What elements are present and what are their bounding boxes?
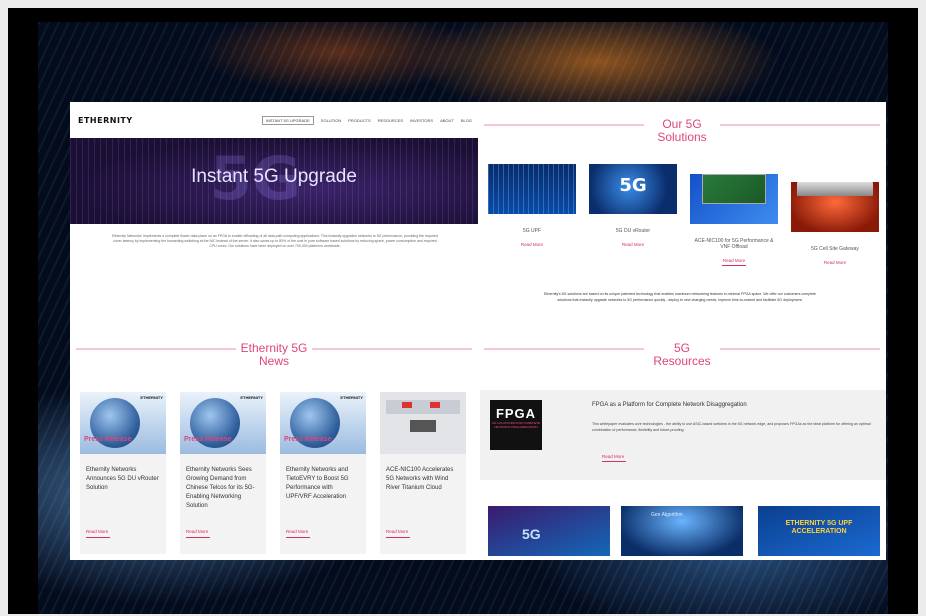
press-release-image: Press Release ETHERNITY	[180, 392, 266, 454]
read-more-link[interactable]: Read More	[602, 454, 624, 459]
nav-item-instant-5g-upgrade[interactable]: INSTANT 5G UPGRADE	[261, 115, 314, 125]
video-thumbnail-algorithm[interactable]: Gen Algorithm	[621, 506, 743, 556]
screenshot-frame: ETHERNITY INSTANT 5G UPGRADE SOLUTION PR…	[8, 8, 918, 614]
5g-chip-image: 5G	[589, 164, 677, 214]
hero-banner: 5G Instant 5G Upgrade	[70, 138, 478, 224]
news-title[interactable]: ACE-NIC100 Accelerates 5G Networks with …	[380, 454, 466, 493]
read-more-link[interactable]: Read More	[86, 529, 108, 534]
solution-card[interactable]: 5G UPF Read More	[488, 164, 576, 247]
nav-item-products[interactable]: PRODUCTS	[348, 118, 370, 123]
nav-item-resources[interactable]: RESOURCES	[378, 118, 403, 123]
nav-menu: INSTANT 5G UPGRADE SOLUTION PRODUCTS RES…	[261, 115, 472, 125]
news-card[interactable]: ACE-NIC100 Accelerates 5G Networks with …	[380, 392, 466, 554]
video-thumbnail-5g[interactable]: 5G	[488, 506, 610, 556]
press-release-image: Press Release ETHERNITY	[80, 392, 166, 454]
thumbnail-title: FPGA	[495, 406, 537, 421]
circuit-board-image	[488, 164, 576, 214]
brand-mark: ETHERNITY	[240, 395, 263, 400]
press-release-tag: Press Release	[284, 436, 332, 443]
brand-mark: ETHERNITY	[340, 395, 363, 400]
thumbnail-subtitle: AS A PLATFORM FOR COMPLETE NETWORK DISAG…	[492, 421, 540, 429]
logo[interactable]: ETHERNITY	[78, 116, 133, 125]
news-title[interactable]: Ethernity Networks and TietoEVRY to Boos…	[280, 454, 366, 502]
video-label: 5G	[522, 526, 541, 542]
brand-mark: ETHERNITY	[140, 395, 163, 400]
read-more-link[interactable]: Read More	[488, 242, 576, 247]
gateway-device-image	[791, 182, 879, 232]
nav-item-about[interactable]: ABOUT	[440, 118, 454, 123]
solution-label: 5G UPF	[522, 228, 542, 234]
news-card[interactable]: Press Release ETHERNITY Ethernity Networ…	[80, 392, 166, 554]
read-more-link[interactable]: Read More	[386, 529, 408, 534]
resource-heading[interactable]: FPGA as a Platform for Complete Network …	[592, 402, 747, 408]
solutions-section-title: Our 5G Solutions	[644, 118, 720, 144]
read-more-underline	[286, 537, 310, 538]
website-mockup: ETHERNITY INSTANT 5G UPGRADE SOLUTION PR…	[70, 102, 886, 560]
solution-card[interactable]: 5G 5G DU vRouter Read More	[589, 164, 677, 247]
divider	[312, 348, 472, 350]
nav-item-solution[interactable]: SOLUTION	[321, 118, 341, 123]
solution-card[interactable]: 5G Cell Site Gateway Read More	[791, 164, 879, 265]
solutions-title-line2: Solutions	[657, 130, 707, 144]
news-card[interactable]: Press Release ETHERNITY Ethernity Networ…	[180, 392, 266, 554]
read-more-link[interactable]: Read More	[791, 260, 879, 265]
press-release-tag: Press Release	[184, 436, 232, 443]
press-release-image: Press Release ETHERNITY	[280, 392, 366, 454]
video-thumbnail-upf[interactable]: ETHERNITY 5G UPF ACCELERATION	[758, 506, 880, 556]
news-section-title: Ethernity 5G News	[236, 342, 312, 368]
divider	[720, 124, 880, 126]
divider	[76, 348, 236, 350]
resources-section-title: 5G Resources	[644, 342, 720, 368]
resource-card[interactable]: FPGA AS A PLATFORM FOR COMPLETE NETWORK …	[480, 390, 886, 480]
solutions-description: Ethernity's 5G solutions are based on it…	[543, 292, 817, 302]
news-card[interactable]: Press Release ETHERNITY Ethernity Networ…	[280, 392, 366, 554]
press-release-tag: Press Release	[84, 436, 132, 443]
video-label: Gen Algorithm	[651, 512, 683, 518]
resource-description: This whitepaper evaluates core technolog…	[592, 422, 871, 432]
read-more-underline	[602, 461, 626, 462]
read-more-link[interactable]: Read More	[690, 258, 778, 263]
solution-label: 5G Cell Site Gateway	[811, 246, 859, 252]
solution-label: 5G DU vRouter	[615, 228, 651, 234]
news-title[interactable]: Ethernity Networks Sees Growing Demand f…	[180, 454, 266, 511]
resources-title-line2: Resources	[653, 354, 711, 368]
divider	[720, 348, 880, 350]
read-more-link[interactable]: Read More	[286, 529, 308, 534]
read-more-underline	[722, 265, 746, 266]
hero-title: Instant 5G Upgrade	[191, 166, 357, 187]
nic-card-image	[690, 174, 778, 224]
solution-card[interactable]: ACE-NIC100 for 5G Performance & VNF Offl…	[690, 164, 778, 266]
hero-description: Ethernity Networks' Implements a complet…	[112, 234, 438, 248]
read-more-underline	[86, 537, 110, 538]
whitepaper-thumbnail[interactable]: FPGA AS A PLATFORM FOR COMPLETE NETWORK …	[490, 400, 542, 450]
video-label: ETHERNITY 5G UPF ACCELERATION	[785, 520, 853, 535]
top-nav: ETHERNITY INSTANT 5G UPGRADE SOLUTION PR…	[70, 102, 480, 138]
product-screenshot-image	[380, 392, 466, 454]
solution-label: ACE-NIC100 for 5G Performance & VNF Offl…	[694, 238, 774, 250]
read-more-link[interactable]: Read More	[589, 242, 677, 247]
nav-item-blog[interactable]: BLOG	[461, 118, 472, 123]
nav-item-investors[interactable]: INVESTORS	[410, 118, 433, 123]
divider	[484, 124, 644, 126]
news-title[interactable]: Ethernity Networks Announces 5G DU vRout…	[80, 454, 166, 493]
read-more-underline	[186, 537, 210, 538]
read-more-link[interactable]: Read More	[186, 529, 208, 534]
news-title-line2: News	[258, 354, 289, 368]
read-more-underline	[386, 537, 410, 538]
divider	[484, 348, 644, 350]
